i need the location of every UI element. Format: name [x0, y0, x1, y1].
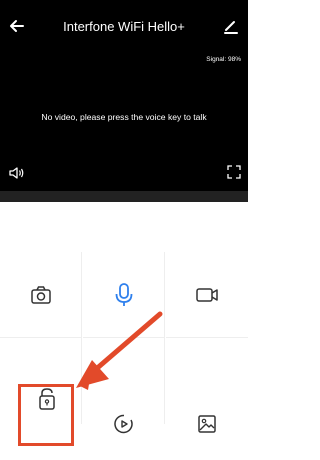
playback-icon	[113, 414, 133, 434]
app-header: Interfone WiFi Hello+	[0, 0, 248, 54]
microphone-icon	[115, 282, 132, 306]
talk-button[interactable]	[83, 252, 165, 338]
video-preview: Signal: 98% No video, please press the v…	[0, 54, 248, 191]
fullscreen-icon[interactable]	[226, 164, 242, 180]
signal-strength: Signal: 98%	[206, 56, 241, 63]
speaker-icon[interactable]	[8, 166, 26, 180]
page-title: Interfone WiFi Hello+	[63, 19, 185, 34]
gallery-button[interactable]	[166, 338, 248, 433]
record-button[interactable]	[166, 252, 248, 338]
camera-icon	[30, 285, 51, 304]
edit-icon[interactable]	[220, 14, 242, 38]
unlock-highlight-box	[18, 384, 74, 446]
screenshot-button[interactable]	[0, 252, 82, 338]
divider-band	[0, 191, 248, 202]
playback-button[interactable]	[83, 338, 165, 434]
video-record-icon	[196, 287, 218, 302]
gallery-icon	[198, 415, 216, 433]
no-video-message: No video, please press the voice key to …	[41, 112, 207, 122]
